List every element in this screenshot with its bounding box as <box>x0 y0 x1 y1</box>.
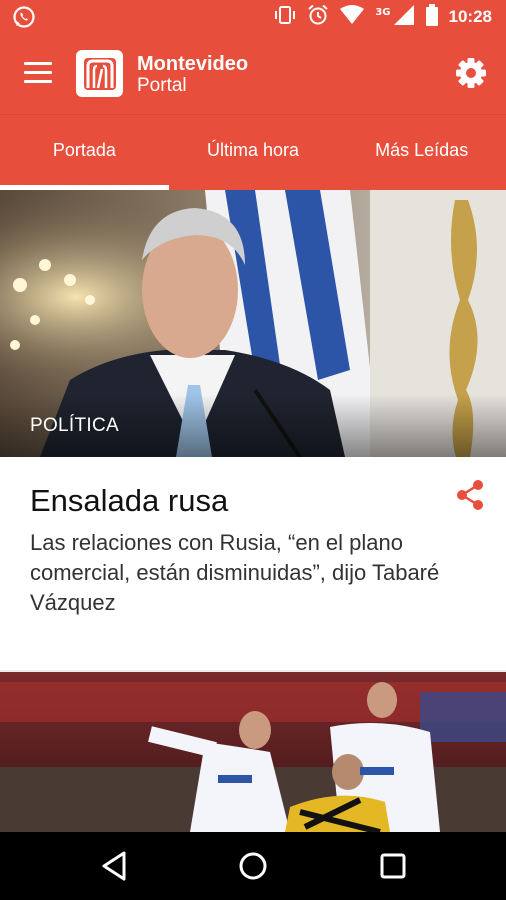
brand-title: Montevideo Portal <box>137 53 249 97</box>
article-summary: Las relaciones con Rusia, “en el plano c… <box>30 530 440 615</box>
share-icon[interactable] <box>456 480 484 510</box>
section-tabs: Portada Última hora Más Leídas <box>0 114 506 190</box>
article-card[interactable]: POLÍTICA Ensalada rusa Las relaciones co… <box>0 190 506 670</box>
gear-icon[interactable] <box>454 56 488 90</box>
system-nav-bar <box>0 832 506 900</box>
home-icon[interactable] <box>236 850 270 882</box>
app-bar: Montevideo Portal <box>0 34 506 114</box>
vibrate-icon <box>273 5 297 29</box>
article-card-photo[interactable] <box>0 672 506 832</box>
category-label: POLÍTICA <box>30 415 119 436</box>
article-headline[interactable]: Ensalada rusa <box>30 483 228 519</box>
signal-icon <box>393 4 415 30</box>
recents-icon[interactable] <box>376 850 410 882</box>
clock-time: 10:28 <box>448 7 492 26</box>
brand-line-1: Montevideo <box>137 53 249 75</box>
tab-portada[interactable]: Portada <box>0 115 169 190</box>
battery-icon <box>425 4 439 30</box>
back-icon[interactable] <box>98 850 132 882</box>
logo-icon <box>76 50 123 97</box>
alarm-icon <box>307 4 329 30</box>
menu-icon[interactable] <box>24 62 52 84</box>
whatsapp-icon <box>12 5 36 33</box>
status-bar: 3G 10:28 <box>0 0 506 34</box>
tab-mas-leidas[interactable]: Más Leídas <box>337 115 506 190</box>
wifi-icon <box>339 5 365 29</box>
network-type-label: 3G <box>375 6 391 18</box>
tab-ultima-hora[interactable]: Última hora <box>169 115 338 190</box>
brand-line-2: Portal <box>137 75 187 96</box>
